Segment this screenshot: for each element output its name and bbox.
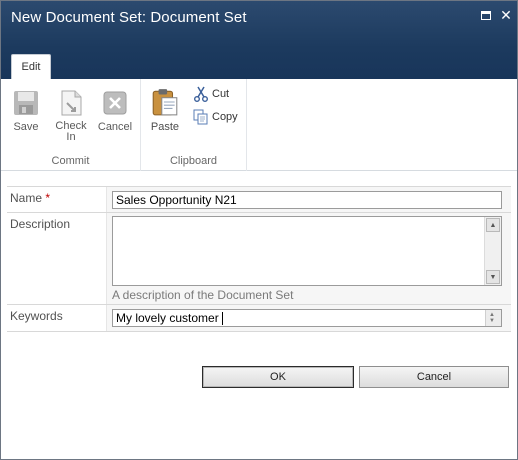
- form-row-name: Name * Sales Opportunity N21: [7, 186, 511, 213]
- dialog-titlebar: New Document Set: Document Set ✕ Edit: [1, 1, 517, 79]
- name-label-text: Name: [10, 191, 43, 205]
- keywords-input[interactable]: My lovely customer ▲ ▼: [112, 309, 502, 327]
- tab-edit[interactable]: Edit: [11, 54, 51, 79]
- name-cell: Sales Opportunity N21: [106, 187, 511, 212]
- form-row-keywords: Keywords My lovely customer ▲ ▼: [7, 305, 511, 332]
- description-cell: ▲ ▼ A description of the Document Set: [106, 213, 511, 304]
- dialog-title: New Document Set: Document Set: [11, 9, 247, 26]
- keywords-value: My lovely customer: [116, 311, 219, 325]
- check-in-label-line2: In: [66, 131, 76, 143]
- check-in-icon: [61, 90, 82, 116]
- keywords-cell: My lovely customer ▲ ▼: [106, 305, 511, 331]
- ribbon: Save Check In Cancel Commit Paste Cut Co…: [1, 79, 517, 171]
- required-marker: *: [45, 191, 51, 205]
- form-row-description: Description ▲ ▼ A description of the Doc…: [7, 213, 511, 305]
- ribbon-group-clipboard: Paste Cut Copy Clipboard: [141, 79, 247, 171]
- clipboard-group-label: Clipboard: [169, 155, 218, 167]
- copy-button[interactable]: Copy: [193, 109, 238, 125]
- scroll-up-icon[interactable]: ▲: [486, 218, 500, 232]
- keywords-label: Keywords: [10, 309, 63, 323]
- commit-group-label: Commit: [51, 155, 90, 167]
- copy-icon: [193, 109, 208, 125]
- ribbon-group-commit: Save Check In Cancel Commit: [1, 79, 141, 171]
- check-in-button[interactable]: Check In: [52, 89, 90, 143]
- cancel-label: Cancel: [97, 121, 133, 133]
- scroll-down-icon[interactable]: ▼: [486, 270, 500, 284]
- paste-button[interactable]: Paste: [147, 87, 183, 133]
- save-icon: [14, 91, 38, 115]
- spinner-down-icon[interactable]: ▼: [489, 318, 495, 324]
- maximize-icon[interactable]: [479, 8, 493, 22]
- name-input[interactable]: Sales Opportunity N21: [112, 191, 502, 209]
- ribbon-cancel-button[interactable]: Cancel: [97, 89, 133, 133]
- paste-icon: [152, 89, 178, 116]
- save-label: Save: [13, 121, 39, 133]
- save-button[interactable]: Save: [9, 89, 43, 133]
- cancel-icon: [103, 91, 127, 115]
- description-scrollbar[interactable]: ▲ ▼: [484, 217, 501, 285]
- close-icon[interactable]: ✕: [499, 7, 513, 23]
- text-caret: [222, 312, 224, 326]
- cut-button[interactable]: Cut: [193, 86, 229, 102]
- paste-label: Paste: [150, 121, 180, 133]
- keywords-spinner[interactable]: ▲ ▼: [485, 310, 501, 326]
- copy-label: Copy: [212, 111, 238, 123]
- description-hint: A description of the Document Set: [112, 288, 294, 302]
- ok-button[interactable]: OK: [202, 366, 354, 388]
- description-textarea[interactable]: ▲ ▼: [112, 216, 502, 286]
- dialog-window: New Document Set: Document Set ✕ Edit Sa…: [0, 0, 518, 460]
- name-label: Name *: [10, 191, 50, 205]
- cut-label: Cut: [212, 88, 230, 100]
- description-label: Description: [10, 217, 71, 231]
- cancel-button[interactable]: Cancel: [359, 366, 509, 388]
- scissors-icon: [194, 86, 208, 102]
